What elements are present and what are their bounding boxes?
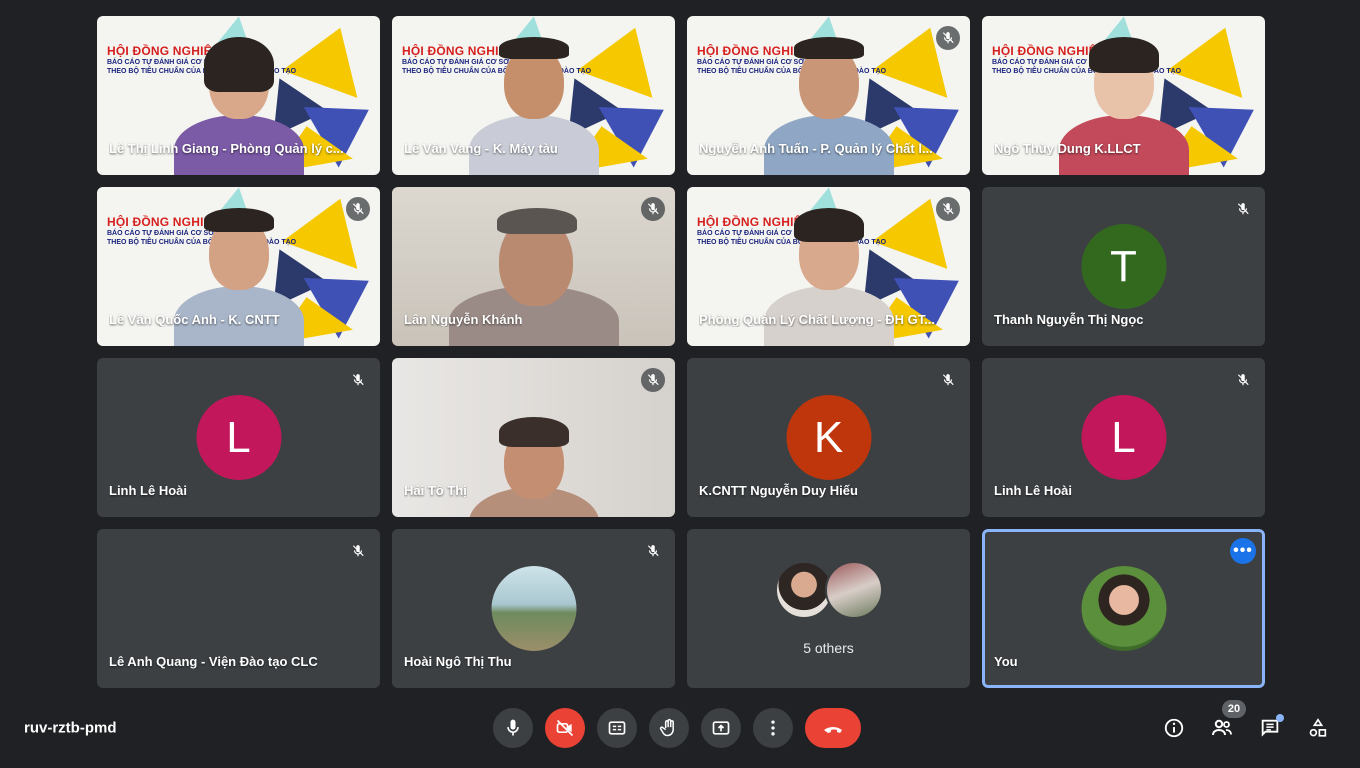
participant-tile[interactable]: Lê Anh Quang - Viện Đào tạo CLC: [97, 529, 380, 688]
participant-tile[interactable]: HỘI ĐỒNG NGHIỆM THU BÁO CÁO TỰ ĐÁNH GIÁ …: [392, 16, 675, 175]
others-tile[interactable]: 5 others: [687, 529, 970, 688]
participant-name: You: [994, 654, 1018, 669]
mic-off-icon: [346, 197, 370, 221]
meeting-code: ruv-rztb-pmd: [24, 719, 117, 737]
avatar: L: [196, 395, 281, 480]
captions-button[interactable]: [597, 708, 637, 748]
more-vert-icon: [771, 720, 775, 736]
hand-icon: [659, 718, 674, 737]
mic-off-icon: [346, 539, 370, 563]
self-tile[interactable]: ••• You: [982, 529, 1265, 688]
mic-off-icon: [936, 197, 960, 221]
more-options-icon[interactable]: •••: [1230, 538, 1256, 564]
participant-tile[interactable]: Hải Tô Thị: [392, 358, 675, 517]
mic-off-icon: [936, 368, 960, 392]
participant-name: Linh Lê Hoài: [994, 483, 1072, 498]
mic-button[interactable]: [493, 708, 533, 748]
participant-tile[interactable]: L Linh Lê Hoài: [97, 358, 380, 517]
others-count: 5 others: [803, 640, 854, 656]
participant-tile[interactable]: Hoài Ngô Thị Thu: [392, 529, 675, 688]
mic-off-icon: [641, 539, 665, 563]
mic-off-icon: [641, 368, 665, 392]
mic-off-icon: [1231, 197, 1255, 221]
participant-tile[interactable]: HỘI ĐỒNG NGHIỆM THU BÁO CÁO TỰ ĐÁNH GIÁ …: [687, 16, 970, 175]
raise-hand-button[interactable]: [649, 708, 689, 748]
info-button[interactable]: [1158, 712, 1190, 744]
participant-name: Phòng Quản Lý Chất Lượng - ĐH GT...: [699, 312, 936, 327]
participant-tile[interactable]: HỘI ĐỒNG NGHIỆM THU BÁO CÁO TỰ ĐÁNH GIÁ …: [97, 187, 380, 346]
avatar: T: [1081, 224, 1166, 309]
others-avatars: [774, 561, 883, 619]
participant-name: Hải Tô Thị: [404, 483, 467, 498]
participant-tile[interactable]: Lân Nguyễn Khánh: [392, 187, 675, 346]
chat-notification-dot: [1276, 714, 1284, 722]
leave-call-button[interactable]: [805, 708, 861, 748]
participant-grid: HỘI ĐỒNG NGHIỆM THU BÁO CÁO TỰ ĐÁNH GIÁ …: [97, 16, 1265, 688]
avatar: [824, 561, 883, 619]
info-icon: [1164, 718, 1184, 738]
participant-name: Thanh Nguyễn Thị Ngọc: [994, 312, 1144, 327]
participant-name: Ngô Thùy Dung K.LLCT: [994, 141, 1141, 156]
camera-off-icon: [556, 719, 574, 737]
avatar: L: [1081, 395, 1166, 480]
participant-tile[interactable]: L Linh Lê Hoài: [982, 358, 1265, 517]
activities-button[interactable]: [1302, 712, 1334, 744]
call-end-icon: [824, 727, 842, 733]
present-icon: [712, 721, 730, 735]
participant-name: Hoài Ngô Thị Thu: [404, 654, 512, 669]
mic-icon: [507, 719, 519, 736]
participant-name: Lê Anh Quang - Viện Đào tạo CLC: [109, 654, 318, 669]
mic-off-icon: [1231, 368, 1255, 392]
present-button[interactable]: [701, 708, 741, 748]
participant-tile[interactable]: T Thanh Nguyễn Thị Ngọc: [982, 187, 1265, 346]
participant-name: Lân Nguyễn Khánh: [404, 312, 523, 327]
participant-name: Lê Văn Vang - K. Máy tàu: [404, 141, 558, 156]
participant-name: Lê Thị Linh Giang - Phòng Quản lý c...: [109, 141, 344, 156]
participant-tile[interactable]: K K.CNTT Nguyễn Duy Hiếu: [687, 358, 970, 517]
mic-off-icon: [641, 197, 665, 221]
people-icon: [1212, 719, 1232, 736]
participant-count-badge: 20: [1222, 700, 1246, 718]
mic-off-icon: [936, 26, 960, 50]
captions-icon: [608, 721, 626, 735]
participant-name: Nguyễn Anh Tuấn - P. Quản lý Chất l...: [699, 141, 933, 156]
participant-name: Lê Văn Quốc Anh - K. CNTT: [109, 312, 280, 327]
participant-name: K.CNTT Nguyễn Duy Hiếu: [699, 483, 858, 498]
mic-off-icon: [346, 368, 370, 392]
participant-name: Linh Lê Hoài: [109, 483, 187, 498]
participant-tile[interactable]: HỘI ĐỒNG NGHIỆM THU BÁO CÁO TỰ ĐÁNH GIÁ …: [687, 187, 970, 346]
avatar: [491, 566, 576, 651]
participant-tile[interactable]: HỘI ĐỒNG NGHIỆM THU BÁO CÁO TỰ ĐÁNH GIÁ …: [982, 16, 1265, 175]
activities-icon: [1309, 718, 1327, 737]
avatar: K: [786, 395, 871, 480]
camera-button[interactable]: [545, 708, 585, 748]
avatar: [1081, 566, 1166, 651]
participant-tile[interactable]: HỘI ĐỒNG NGHIỆM THU BÁO CÁO TỰ ĐÁNH GIÁ …: [97, 16, 380, 175]
more-options-button[interactable]: [753, 708, 793, 748]
participant-video: [468, 377, 599, 517]
